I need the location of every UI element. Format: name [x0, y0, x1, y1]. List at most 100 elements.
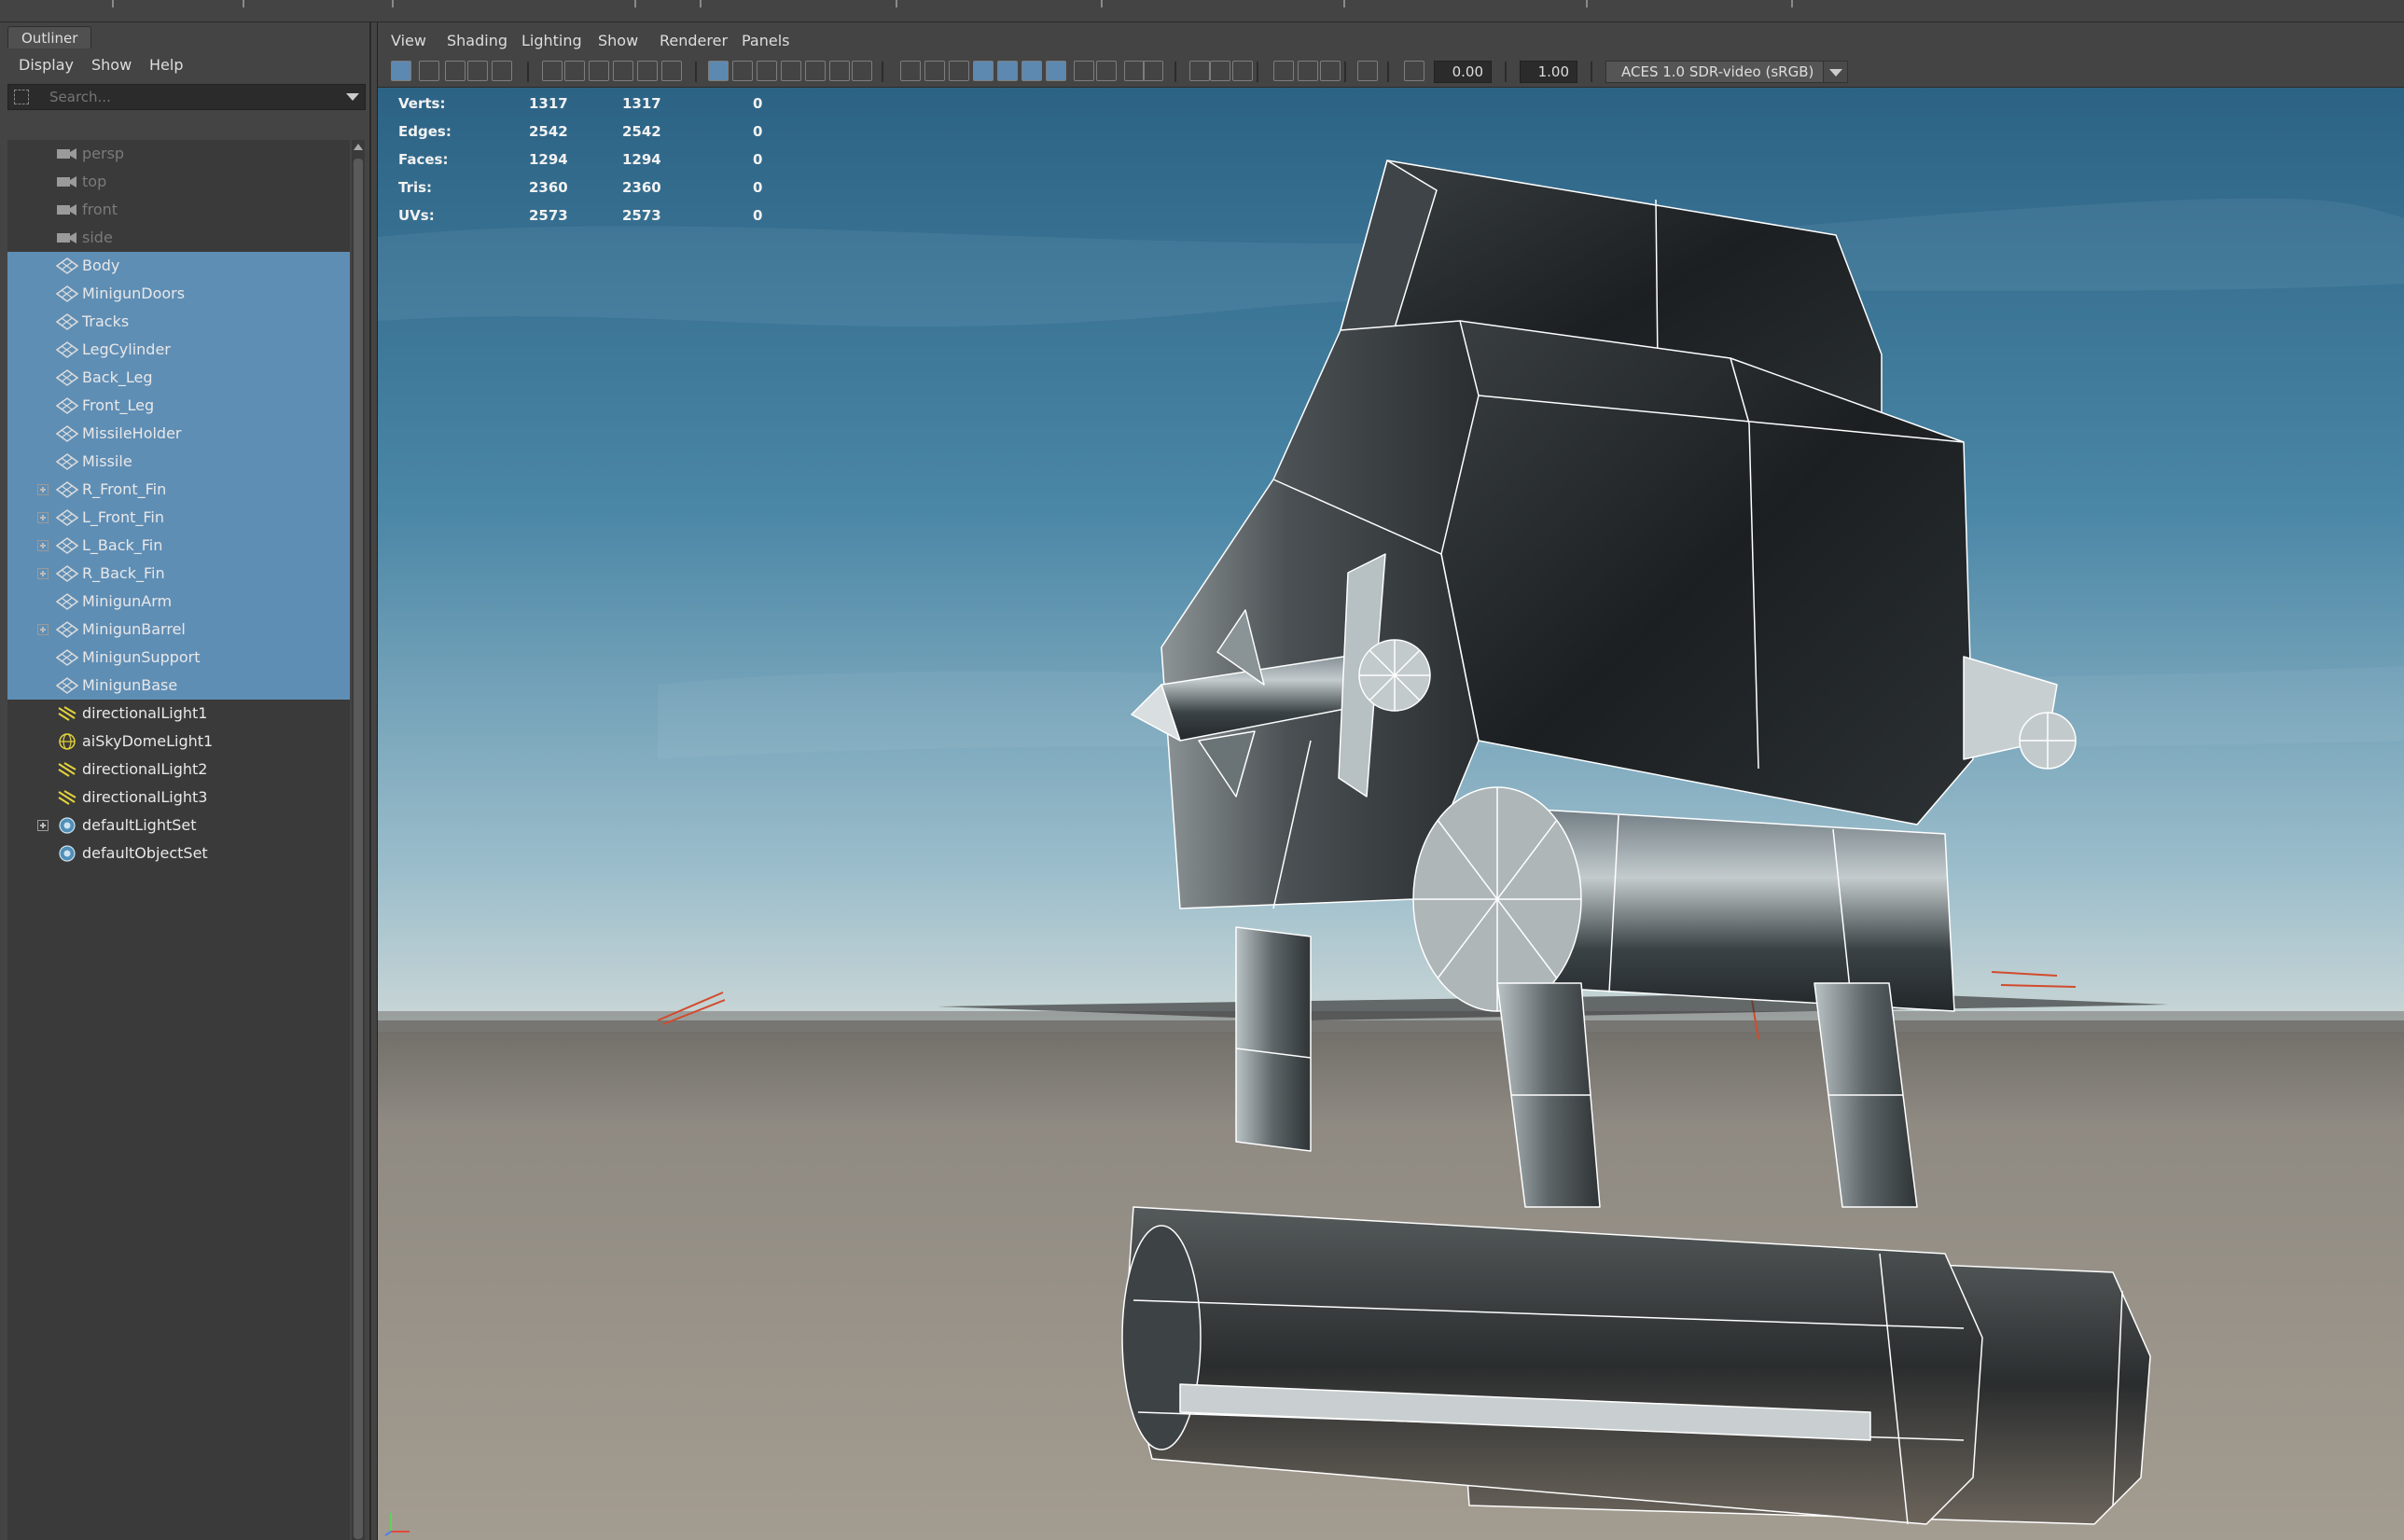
outliner-item-legcylinder[interactable]: LegCylinder [7, 336, 350, 364]
menu-shading[interactable]: Shading [447, 32, 507, 49]
viewport-tool-button[interactable] [1210, 61, 1230, 81]
outliner-item-r-back-fin[interactable]: R_Back_Fin [7, 560, 350, 588]
viewport-tool-button[interactable] [757, 61, 777, 81]
viewport-tool-button[interactable] [391, 61, 411, 81]
outliner-item-r-front-fin[interactable]: R_Front_Fin [7, 476, 350, 504]
viewport-tool-button[interactable] [1357, 61, 1378, 81]
viewport-scene[interactable] [378, 88, 2404, 1540]
menu-help[interactable]: Help [149, 56, 183, 74]
viewport-tool-button[interactable] [467, 61, 488, 81]
expand-icon[interactable] [37, 540, 49, 551]
menu-panels[interactable]: Panels [742, 32, 790, 49]
viewport-tool-button[interactable] [1124, 61, 1145, 81]
viewport-tool-button[interactable] [613, 61, 633, 81]
viewport-tool-button[interactable] [1320, 61, 1341, 81]
outliner-item-front-leg[interactable]: Front_Leg [7, 392, 350, 420]
viewport-tool-button[interactable] [1046, 61, 1066, 81]
viewport-tool-button[interactable] [564, 61, 585, 81]
scrollbar-thumb[interactable] [354, 159, 363, 1539]
viewport-tool-button[interactable] [973, 61, 994, 81]
outliner-item-directionallight2[interactable]: directionalLight2 [7, 756, 350, 784]
outliner-item-aiskydomelight1[interactable]: aiSkyDomeLight1 [7, 728, 350, 756]
outliner-item-label: directionalLight3 [82, 788, 208, 806]
outliner-item-minigunbarrel[interactable]: MinigunBarrel [7, 616, 350, 644]
outliner-item-minigunbase[interactable]: MinigunBase [7, 672, 350, 700]
outliner-item-l-back-fin[interactable]: L_Back_Fin [7, 532, 350, 560]
viewport-tool-button[interactable] [949, 61, 969, 81]
search-input[interactable] [49, 88, 329, 106]
outliner-item-minigundoors[interactable]: MinigunDoors [7, 280, 350, 308]
menu-renderer[interactable]: Renderer [660, 32, 728, 49]
viewport-tool-button[interactable] [1298, 61, 1318, 81]
outliner-item-l-front-fin[interactable]: L_Front_Fin [7, 504, 350, 532]
viewport-tool-button[interactable] [419, 61, 439, 81]
expand-icon[interactable] [37, 820, 49, 831]
expand-icon[interactable] [37, 624, 49, 635]
camera-icon [56, 146, 78, 162]
outliner-tab[interactable]: Outliner [7, 26, 92, 49]
shelf-tick [1586, 0, 1588, 7]
mesh-front-leg[interactable] [1235, 926, 1312, 1152]
outliner-item-label: MinigunSupport [82, 648, 201, 666]
viewport-tool-button[interactable] [1096, 61, 1117, 81]
menu-view[interactable]: View [391, 32, 426, 49]
chevron-down-icon[interactable] [1823, 62, 1847, 82]
outliner-item-side[interactable]: side [7, 224, 350, 252]
menu-display[interactable]: Display [19, 56, 74, 74]
hud-value: 1317 [622, 95, 661, 112]
viewport-tool-button[interactable] [708, 61, 729, 81]
viewport-tool-button[interactable] [900, 61, 921, 81]
outliner-item-missile[interactable]: Missile [7, 448, 350, 476]
outliner-item-top[interactable]: top [7, 168, 350, 196]
viewport-tool-button[interactable] [661, 61, 682, 81]
viewport-tool-button[interactable] [1404, 61, 1424, 81]
menu-lighting[interactable]: Lighting [521, 32, 582, 49]
viewport-tool-button[interactable] [1021, 61, 1042, 81]
select-mode-icon[interactable] [14, 90, 29, 104]
outliner-item-tracks[interactable]: Tracks [7, 308, 350, 336]
outliner-item-defaultlightset[interactable]: defaultLightSet [7, 812, 350, 839]
viewport-tool-button[interactable] [637, 61, 658, 81]
viewport-tool-button[interactable] [852, 61, 872, 81]
viewport-tool-button[interactable] [589, 61, 609, 81]
viewport-tool-button[interactable] [1143, 61, 1163, 81]
expand-icon[interactable] [37, 568, 49, 579]
viewport-tool-button[interactable] [781, 61, 801, 81]
viewport-tool-button[interactable] [829, 61, 850, 81]
scroll-up-icon[interactable] [354, 144, 363, 150]
exposure-field[interactable]: 0.00 [1434, 61, 1492, 83]
mesh-track-end[interactable] [1121, 1225, 1202, 1450]
gamma-field[interactable]: 1.00 [1520, 61, 1577, 83]
outliner-item-body[interactable]: Body [7, 252, 350, 280]
viewport-tool-button[interactable] [997, 61, 1018, 81]
menu-show[interactable]: Show [598, 32, 638, 49]
color-space-dropdown[interactable]: ACES 1.0 SDR-video (sRGB) [1605, 61, 1848, 83]
viewport-tool-button[interactable] [1273, 61, 1294, 81]
hud-value: 2573 [622, 207, 661, 224]
outliner-item-directionallight3[interactable]: directionalLight3 [7, 784, 350, 812]
viewport-tool-button[interactable] [445, 61, 466, 81]
outliner-item-persp[interactable]: persp [7, 140, 350, 168]
outliner-item-missileholder[interactable]: MissileHolder [7, 420, 350, 448]
viewport-tool-button[interactable] [1189, 61, 1210, 81]
viewport-tool-button[interactable] [924, 61, 945, 81]
viewport-tool-button[interactable] [542, 61, 563, 81]
menu-show[interactable]: Show [91, 56, 132, 74]
search-options-dropdown-icon[interactable] [346, 93, 359, 101]
outliner-scrollbar[interactable] [352, 140, 365, 1540]
outliner-item-directionallight1[interactable]: directionalLight1 [7, 700, 350, 728]
viewport-tool-button[interactable] [1232, 61, 1253, 81]
expand-icon[interactable] [37, 512, 49, 523]
outliner-item-back-leg[interactable]: Back_Leg [7, 364, 350, 392]
viewport-tool-button[interactable] [805, 61, 826, 81]
viewport-tool-button[interactable] [1074, 61, 1094, 81]
outliner-item-front[interactable]: front [7, 196, 350, 224]
outliner-item-defaultobjectset[interactable]: defaultObjectSet [7, 839, 350, 867]
outliner-item-minigunarm[interactable]: MinigunArm [7, 588, 350, 616]
expand-icon[interactable] [37, 484, 49, 495]
outliner-item-minigunsupport[interactable]: MinigunSupport [7, 644, 350, 672]
toolbar-separator [882, 62, 883, 82]
axis-gizmo-icon [384, 1513, 410, 1536]
viewport-tool-button[interactable] [732, 61, 753, 81]
viewport-tool-button[interactable] [492, 61, 512, 81]
